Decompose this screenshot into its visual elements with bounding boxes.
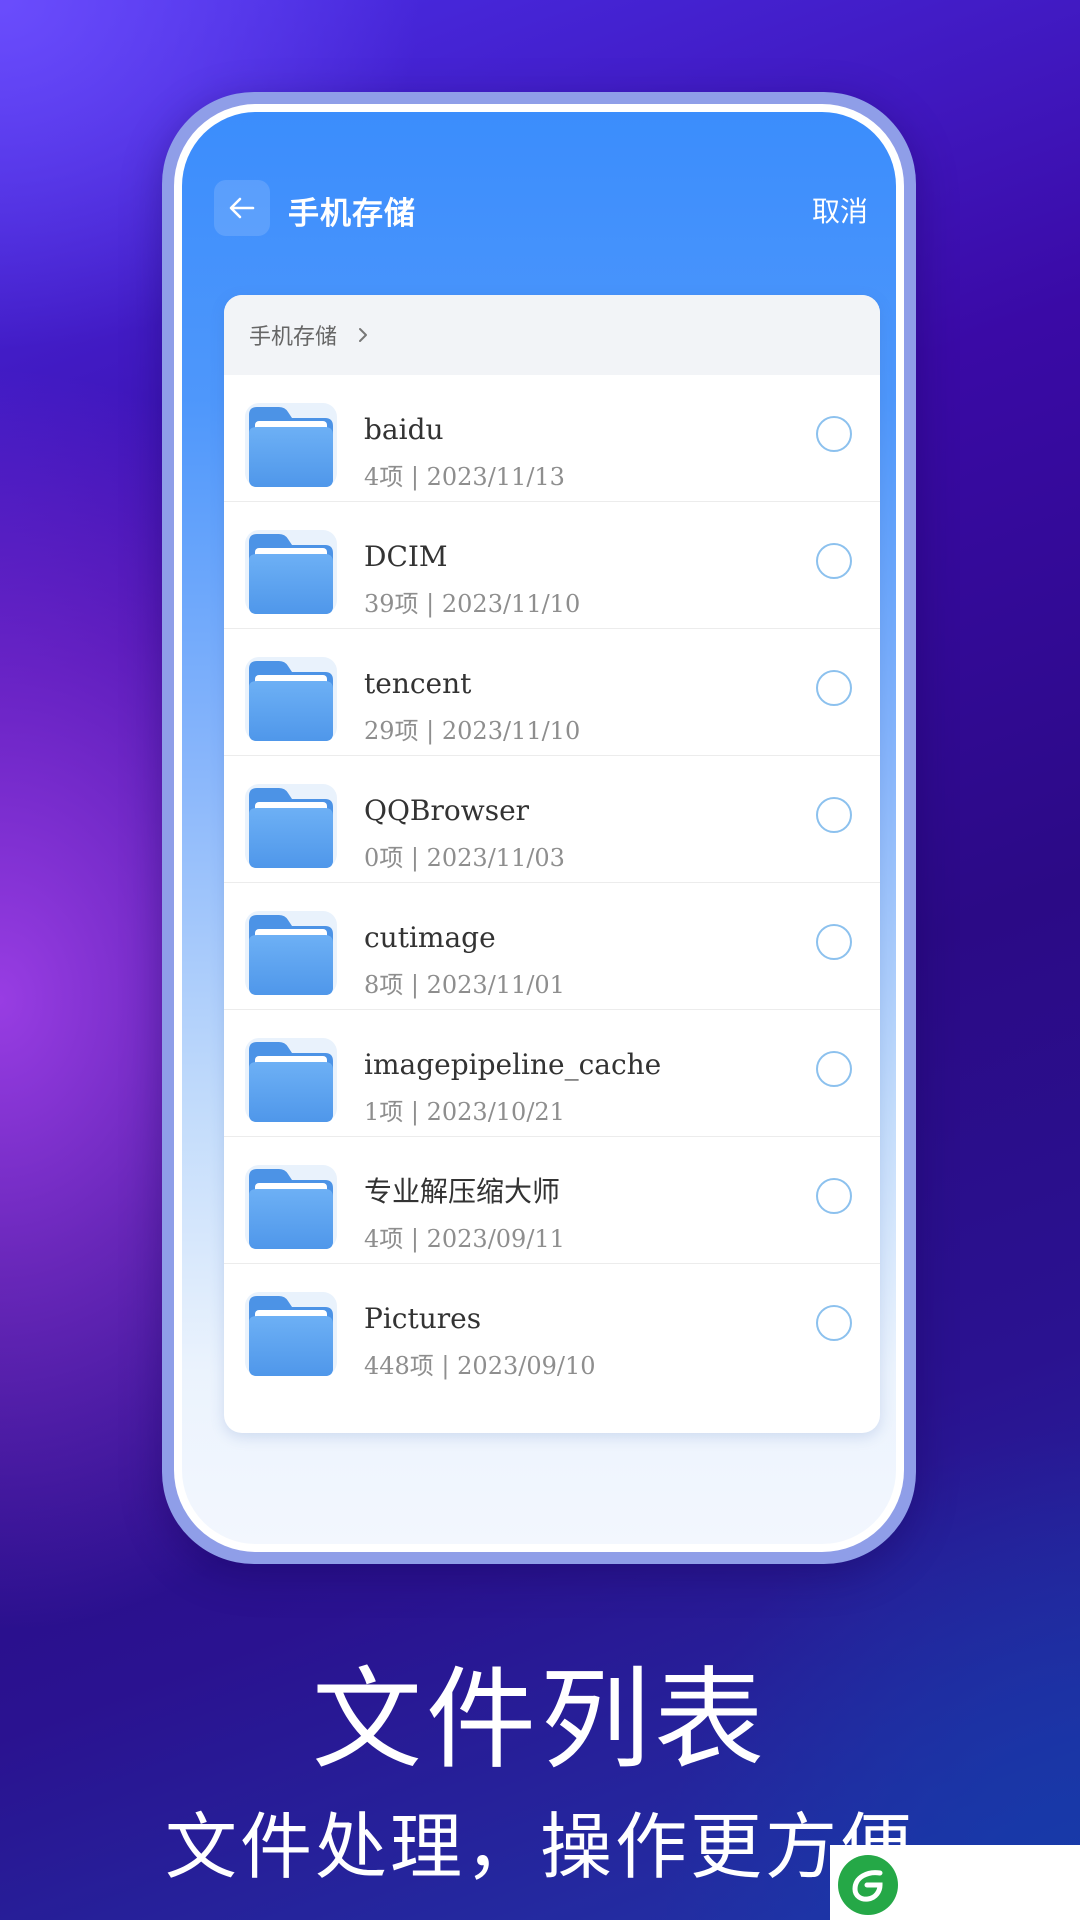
file-info: 专业解压缩大师 4项 | 2023/09/11 [364,1175,565,1254]
file-list-card: 手机存储 baidu 4项 | 2023/11/13 DCIM 39项 | 20… [224,295,880,1433]
radio-unchecked-icon[interactable] [816,543,852,579]
app-screen: 手机存储 取消 手机存储 baidu 4项 | 2023/11/13 DCIM … [182,112,896,1544]
folder-icon [241,1032,341,1132]
file-meta: 4项 | 2023/09/11 [364,1225,565,1253]
radio-unchecked-icon[interactable] [816,670,852,706]
chevron-right-icon [357,327,369,343]
watermark-logo [830,1845,1080,1920]
radio-unchecked-icon[interactable] [816,797,852,833]
phone-mockup-frame: 手机存储 取消 手机存储 baidu 4项 | 2023/11/13 DCIM … [162,92,916,1564]
cancel-button[interactable]: 取消 [812,190,868,230]
file-row[interactable]: baidu 4项 | 2023/11/13 [224,375,880,502]
arrow-left-icon [229,197,255,219]
folder-icon [241,905,341,1005]
radio-unchecked-icon[interactable] [816,924,852,960]
breadcrumb-item-phone-storage[interactable]: 手机存储 [249,319,337,351]
file-name: baidu [364,413,444,446]
folder-icon [241,397,341,497]
file-info: baidu 4项 | 2023/11/13 [364,413,565,492]
file-name: imagepipeline_cache [364,1048,662,1081]
radio-unchecked-icon[interactable] [816,1305,852,1341]
file-meta: 448项 | 2023/09/10 [364,1352,596,1380]
file-meta: 4项 | 2023/11/13 [364,463,565,491]
file-meta: 1项 | 2023/10/21 [364,1098,565,1126]
file-name: Pictures [364,1302,482,1335]
file-row[interactable]: DCIM 39项 | 2023/11/10 [224,502,880,629]
radio-unchecked-icon[interactable] [816,1178,852,1214]
file-row[interactable]: QQBrowser 0项 | 2023/11/03 [224,756,880,883]
file-row[interactable]: cutimage 8项 | 2023/11/01 [224,883,880,1010]
file-info: imagepipeline_cache 1项 | 2023/10/21 [364,1048,661,1127]
file-row[interactable]: Pictures 448项 | 2023/09/10 [224,1264,880,1390]
folder-icon [241,651,341,751]
phone-bezel: 手机存储 取消 手机存储 baidu 4项 | 2023/11/13 DCIM … [174,104,904,1552]
page-title: 手机存储 [288,196,416,232]
file-row[interactable]: imagepipeline_cache 1项 | 2023/10/21 [224,1010,880,1137]
file-name: QQBrowser [364,794,530,827]
file-info: Pictures 448项 | 2023/09/10 [364,1302,595,1381]
file-name: cutimage [364,921,496,954]
breadcrumb: 手机存储 [224,295,880,375]
file-row[interactable]: 专业解压缩大师 4项 | 2023/09/11 [224,1137,880,1264]
file-info: DCIM 39项 | 2023/11/10 [364,540,580,619]
file-meta: 8项 | 2023/11/01 [364,971,565,999]
file-meta: 0项 | 2023/11/03 [364,844,565,872]
folder-icon [241,524,341,624]
file-info: cutimage 8项 | 2023/11/01 [364,921,565,1000]
file-row[interactable]: tencent 29项 | 2023/11/10 [224,629,880,756]
file-meta: 39项 | 2023/11/10 [364,590,581,618]
file-list: baidu 4项 | 2023/11/13 DCIM 39项 | 2023/11… [224,375,880,1390]
folder-icon [241,778,341,878]
file-meta: 29项 | 2023/11/10 [364,717,581,745]
radio-unchecked-icon[interactable] [816,416,852,452]
file-name: tencent [364,667,472,700]
file-name: DCIM [364,540,448,573]
folder-icon [241,1159,341,1259]
file-info: tencent 29项 | 2023/11/10 [364,667,580,746]
back-button[interactable] [214,180,270,236]
promo-headline: 文件列表 [312,1656,768,1784]
folder-icon [241,1286,341,1386]
radio-unchecked-icon[interactable] [816,1051,852,1087]
file-info: QQBrowser 0项 | 2023/11/03 [364,794,565,873]
file-name: 专业解压缩大师 [364,1175,561,1208]
leaf-logo-icon [838,1855,898,1915]
